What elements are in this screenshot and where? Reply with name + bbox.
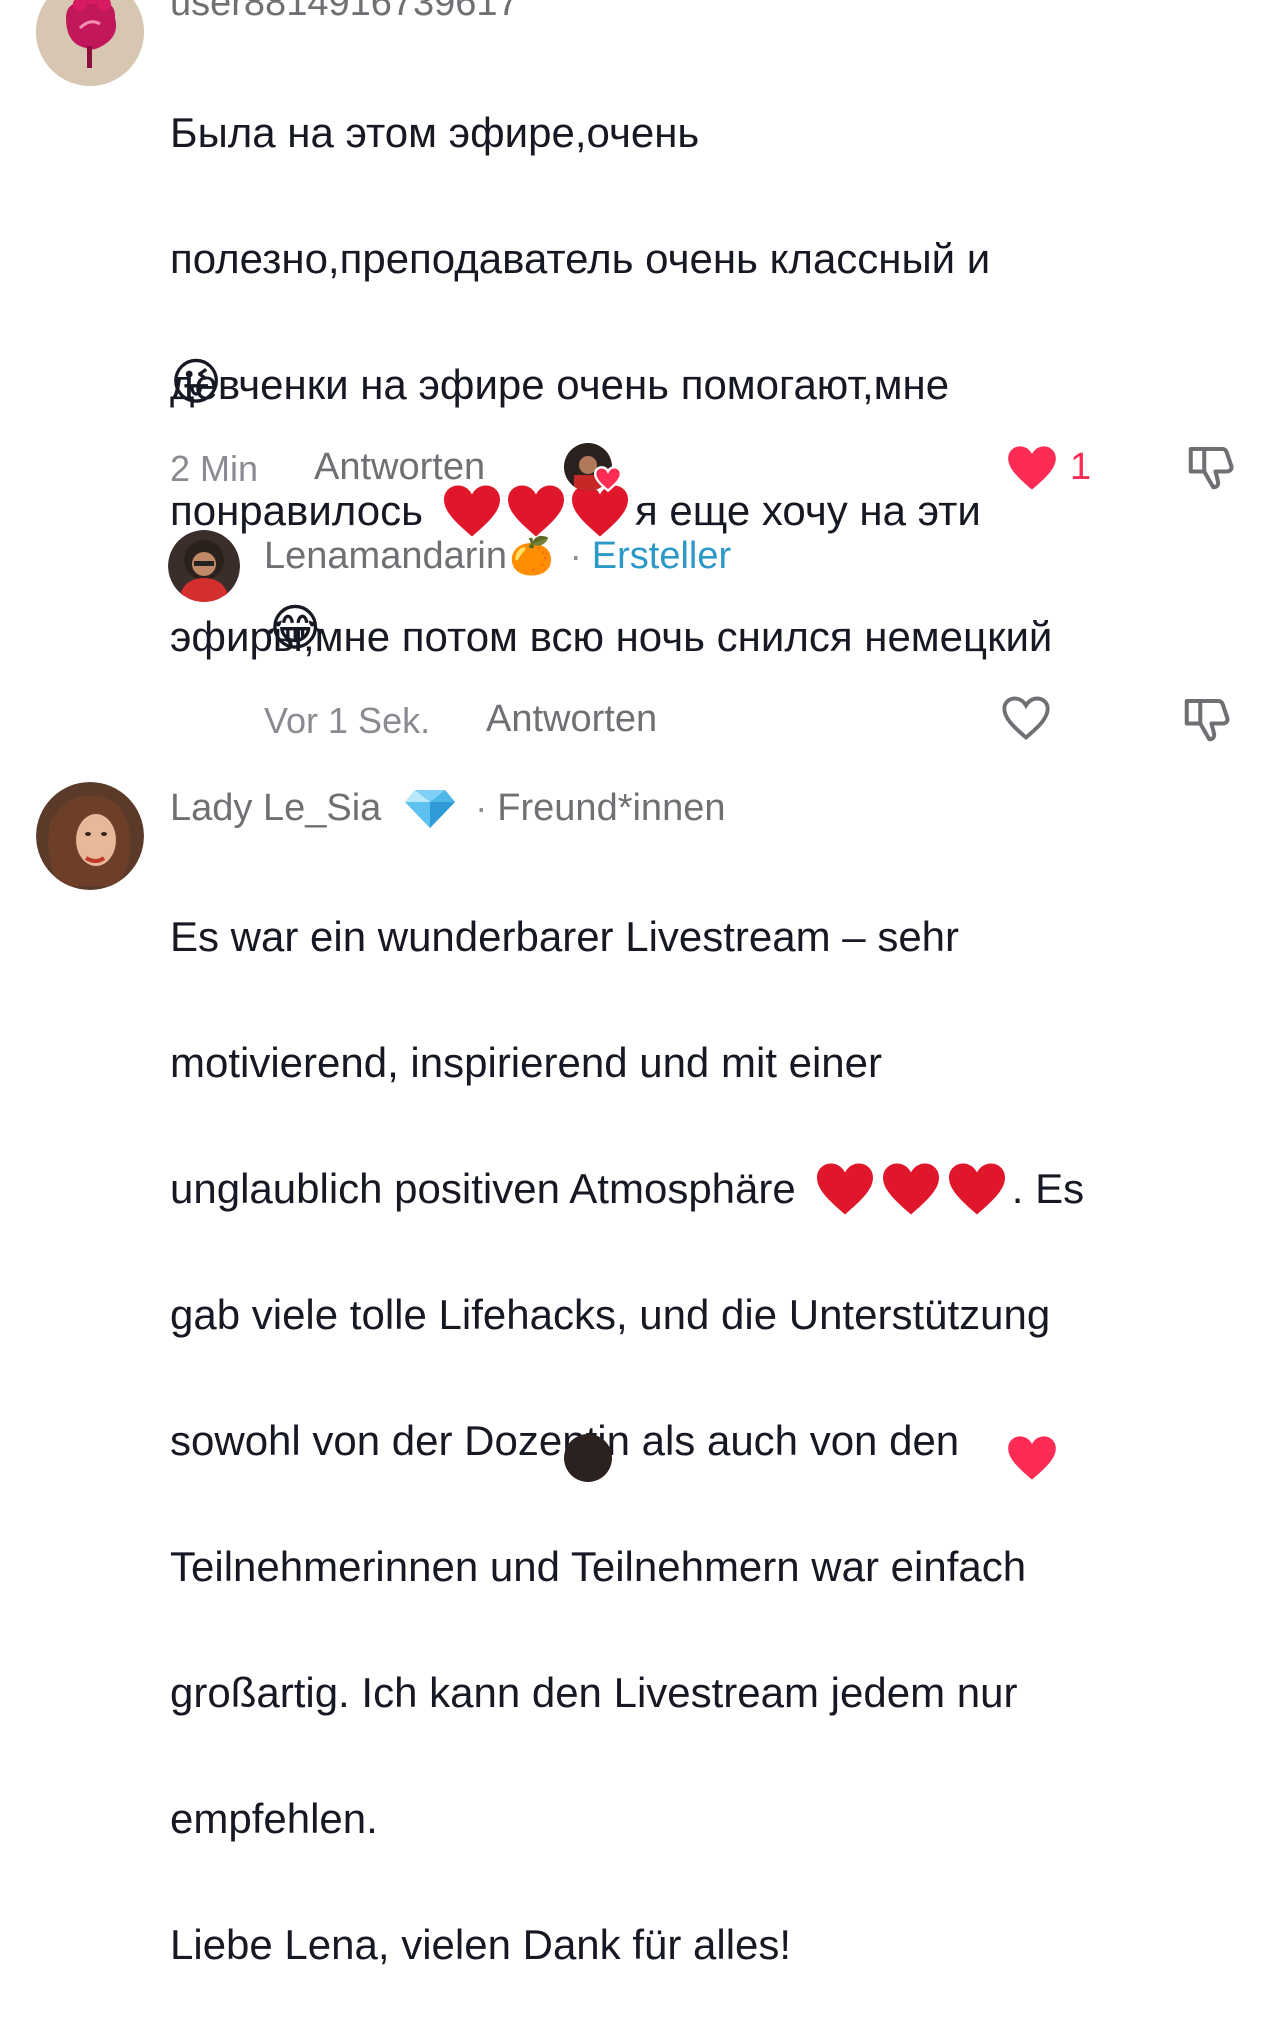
reply-button[interactable]: Antworten [314, 446, 485, 489]
like-heart-icon[interactable] [1000, 694, 1052, 742]
avatar[interactable] [36, 782, 144, 890]
like-heart-icon[interactable] [1006, 444, 1058, 492]
comment-header: Lady Le_Sia 💎 · Freund*innen [170, 786, 725, 830]
comment-line: sowohl von der Dozentin als auch von den [170, 1417, 960, 1464]
dislike-icon[interactable] [1180, 692, 1234, 746]
comment-line: Была на этом эфире,очень [170, 109, 700, 156]
tears-of-joy-emoji-icon: 😂 [266, 599, 325, 657]
comment-segment: . Es [1011, 1165, 1085, 1212]
winking-tongue-emoji-icon: 😜 [170, 353, 223, 411]
comment-line: motivierend, inspirierend und mit einer [170, 1039, 883, 1086]
comment-line: empfehlen. [170, 1795, 378, 1842]
dislike-icon[interactable] [1184, 440, 1238, 494]
timestamp: Vor 1 Sek. [264, 700, 431, 741]
comment-text: Es war ein wunderbarer Livestream – sehr… [170, 842, 1260, 2039]
avatar[interactable] [168, 530, 240, 602]
username[interactable]: user8814916739617 [170, 0, 519, 25]
username[interactable]: Lenamandarin [264, 535, 507, 578]
separator: · [475, 787, 488, 828]
comment-text: Была на этом эфире,очень полезно,препода… [170, 38, 1250, 731]
creator-liked-avatar [564, 1434, 612, 1482]
friends-badge: Freund*innen [497, 786, 726, 829]
reply-button[interactable]: Antworten [486, 698, 657, 741]
like-heart-icon[interactable] [1006, 1434, 1058, 1482]
heart-emoji-icon [814, 1161, 1008, 1217]
comment-segment: я еще хочу на эти [635, 487, 981, 534]
comment-line: девченки на эфире очень помогают,мне [170, 361, 950, 408]
comment-line: gab viele tolle Lifehacks, und die Unter… [170, 1291, 1051, 1338]
comment-line: unglaublich positiven Atmosphäre . Es [170, 1157, 1260, 1220]
tangerine-emoji-icon: 🍊 [508, 536, 554, 577]
comment-line: полезно,преподаватель очень классный и [170, 235, 991, 282]
reply-header: Lenamandarin 🍊 · Ersteller [264, 534, 731, 578]
avatar[interactable] [36, 0, 144, 86]
like-count: 1 [1070, 446, 1092, 488]
comment-line: Es war ein wunderbarer Livestream – sehr [170, 913, 960, 960]
comment-segment: unglaublich positiven Atmosphäre [170, 1165, 796, 1212]
comment-line: Liebe Lena, vielen Dank für alles! [170, 1921, 792, 1968]
username[interactable]: Lady Le_Sia [170, 787, 381, 830]
comment-line: эфиры,мне потом всю ночь снился немецкий [170, 613, 1053, 660]
small-heart-icon [594, 466, 622, 492]
comment-line: Teilnehmerinnen und Teilnehmern war einf… [170, 1543, 1027, 1590]
separator: · [569, 535, 582, 576]
timestamp: 2 Min [170, 448, 259, 489]
diamond-emoji-icon: 💎 [403, 786, 457, 830]
comment-line: großartig. Ich kann den Livestream jedem… [170, 1669, 1018, 1716]
creator-badge: Ersteller [591, 534, 732, 577]
